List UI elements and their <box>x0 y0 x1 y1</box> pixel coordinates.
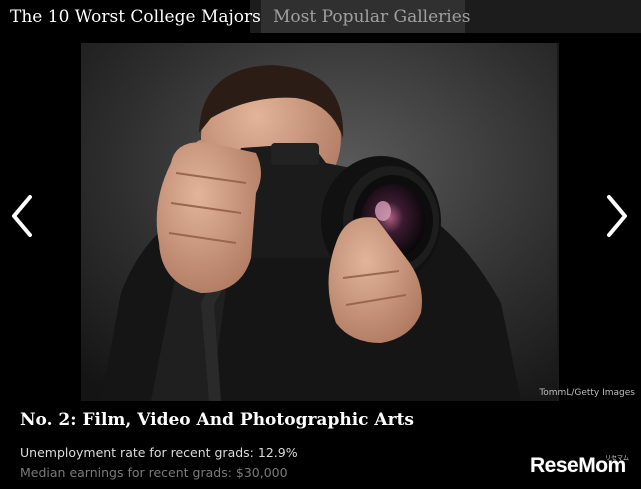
tab-most-popular-galleries[interactable]: Most Popular Galleries <box>261 0 471 33</box>
photo-credit: TommL/Getty Images <box>539 388 635 398</box>
earnings-stat: Median earnings for recent grads: $30,00… <box>20 465 288 480</box>
tab-worst-college-majors[interactable]: The 10 Worst College Majors <box>0 0 261 33</box>
previous-slide-button[interactable] <box>8 193 38 239</box>
resemom-logo: ReseMom リセマム <box>530 454 632 480</box>
unemployment-stat: Unemployment rate for recent grads: 12.9… <box>20 445 298 460</box>
slide-photo <box>81 43 559 401</box>
slide-title: No. 2: Film, Video And Photographic Arts <box>20 410 414 430</box>
logo-tag: リセマム <box>604 455 629 462</box>
chevron-left-icon <box>12 195 32 237</box>
gallery-tabs: The 10 Worst College Majors Most Popular… <box>0 0 641 33</box>
next-slide-button[interactable] <box>601 193 631 239</box>
slide-caption: No. 2: Film, Video And Photographic Arts… <box>0 402 641 489</box>
slideshow-stage: TommL/Getty Images <box>0 33 641 402</box>
chevron-right-icon <box>607 195 627 237</box>
